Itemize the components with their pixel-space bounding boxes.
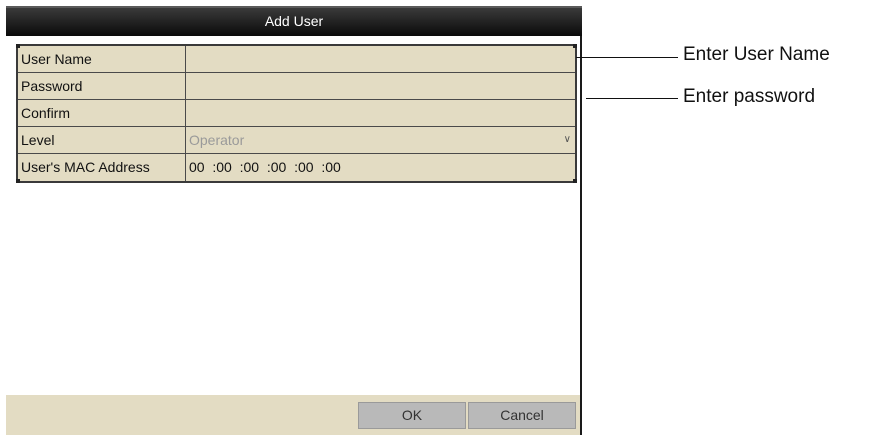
password-callout: Enter password bbox=[683, 86, 816, 107]
mac-address-label: User's MAC Address bbox=[18, 154, 186, 181]
confirm-label: Confirm bbox=[18, 100, 186, 126]
add-user-dialog: Add User User Name Password Confirm Leve… bbox=[6, 6, 582, 435]
level-selected-value: Operator bbox=[189, 132, 245, 148]
confirm-row: Confirm bbox=[18, 100, 575, 127]
chevron-down-icon: ∨ bbox=[563, 134, 571, 145]
ok-button[interactable]: OK bbox=[358, 402, 466, 429]
password-row: Password bbox=[18, 73, 575, 100]
cancel-button[interactable]: Cancel bbox=[468, 402, 576, 429]
dialog-footer: OK Cancel bbox=[6, 395, 580, 435]
mac-address-input[interactable]: 00 :00 :00 :00 :00 :00 bbox=[186, 154, 575, 181]
dialog-title: Add User bbox=[6, 6, 582, 36]
mac-address-row: User's MAC Address 00 :00 :00 :00 :00 :0… bbox=[18, 154, 575, 181]
level-row: Level Operator ∨ bbox=[18, 127, 575, 154]
form-corner-marker bbox=[16, 44, 20, 48]
username-callout: Enter User Name bbox=[683, 44, 830, 65]
password-label: Password bbox=[18, 73, 186, 99]
confirm-password-input[interactable] bbox=[186, 100, 575, 126]
username-row: User Name bbox=[18, 46, 575, 73]
level-label: Level bbox=[18, 127, 186, 153]
password-callout-line bbox=[586, 98, 678, 99]
level-select[interactable]: Operator ∨ bbox=[186, 127, 575, 153]
form-corner-marker bbox=[16, 179, 20, 183]
username-label: User Name bbox=[18, 46, 186, 72]
password-input[interactable] bbox=[186, 73, 575, 99]
user-form: User Name Password Confirm Level Operato… bbox=[16, 44, 577, 183]
username-callout-line bbox=[576, 57, 678, 58]
username-input[interactable] bbox=[186, 46, 575, 72]
